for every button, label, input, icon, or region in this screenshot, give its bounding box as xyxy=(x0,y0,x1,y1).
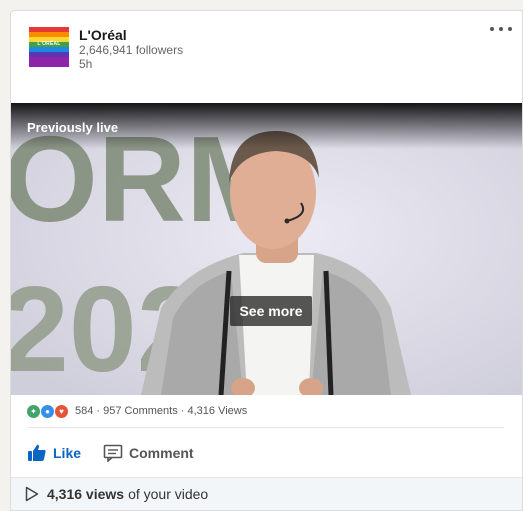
like-label: Like xyxy=(53,445,82,461)
like-icon: ● xyxy=(41,404,54,418)
like-button[interactable]: Like xyxy=(27,444,81,462)
post-card: L'ORÉAL L'Oréal 2,646,941 followers 5h O xyxy=(10,10,523,511)
company-logo[interactable]: L'ORÉAL xyxy=(29,27,69,67)
views-count: 4,316 views xyxy=(47,486,125,502)
counts-text[interactable]: 584 · 957 Comments · 4,316 Views xyxy=(75,405,247,417)
comment-icon xyxy=(103,444,123,462)
video-player[interactable]: ORM 202 Previously live See more xyxy=(11,103,522,395)
company-name[interactable]: L'Oréal xyxy=(79,27,127,43)
post-actions: Like Comment xyxy=(27,441,194,465)
divider xyxy=(27,427,504,428)
previously-live-badge: Previously live xyxy=(27,120,119,135)
love-icon: ♥ xyxy=(55,404,68,418)
comment-button[interactable]: Comment xyxy=(103,444,194,462)
celebrate-icon: ✦ xyxy=(27,404,40,418)
see-more-button[interactable]: See more xyxy=(230,296,312,326)
more-options-icon[interactable] xyxy=(490,23,512,35)
views-footer[interactable]: 4,316 views of your video xyxy=(11,477,522,510)
thumbs-up-icon xyxy=(28,444,46,461)
post-time: 5h xyxy=(79,57,93,71)
views-suffix: of your video xyxy=(128,486,209,502)
logo-text: L'ORÉAL xyxy=(37,41,61,47)
social-counts[interactable]: ✦ ● ♥ 584 · 957 Comments · 4,316 Views xyxy=(27,403,247,419)
comment-label: Comment xyxy=(129,445,194,461)
post-header: L'ORÉAL L'Oréal 2,646,941 followers 5h xyxy=(11,11,522,103)
play-icon xyxy=(25,486,39,502)
video-frame: ORM 202 xyxy=(11,103,522,395)
views-summary[interactable]: 4,316 views of your video xyxy=(25,486,208,502)
follower-count: 2,646,941 followers xyxy=(79,43,184,57)
